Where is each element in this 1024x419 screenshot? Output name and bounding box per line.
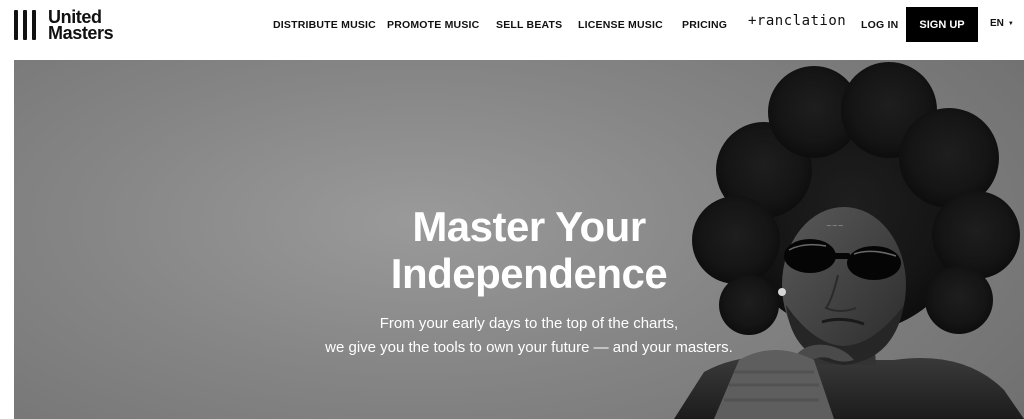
svg-text:~~~: ~~~ <box>826 222 844 230</box>
nav-translation-link[interactable]: +ranclation <box>748 13 846 29</box>
nav-pricing[interactable]: PRICING <box>682 19 727 31</box>
top-navbar: United Masters DISTRIBUTE MUSIC PROMOTE … <box>0 0 1024 50</box>
hero-title-line2: Independence <box>390 250 668 297</box>
hero-title-line1: Master Your <box>412 203 646 250</box>
hero-subtitle-line2: we give you the tools to own your future… <box>325 339 733 356</box>
language-selector[interactable]: EN ▼ <box>990 18 1014 29</box>
nav-license-music[interactable]: LICENSE MUSIC <box>578 19 663 31</box>
language-label: EN <box>990 18 1004 29</box>
signup-button[interactable]: SIGN UP <box>906 7 978 42</box>
nav-sell-beats[interactable]: SELL BEATS <box>496 19 562 31</box>
hero-title: Master Your Independence <box>304 203 754 297</box>
logo-bars-icon <box>14 9 36 41</box>
logo-wordmark: United Masters <box>48 8 114 43</box>
hero-banner: ~~~ Master Your Independence From your e… <box>14 60 1024 419</box>
chevron-down-icon: ▼ <box>1007 20 1014 27</box>
hero-subtitle: From your early days to the top of the c… <box>304 312 754 360</box>
hero-copy: Master Your Independence From your early… <box>304 203 754 360</box>
logo-text-line2: Masters <box>48 23 114 43</box>
unitedmasters-logo[interactable]: United Masters <box>14 8 114 43</box>
hero-subtitle-line1: From your early days to the top of the c… <box>379 315 679 332</box>
nav-promote-music[interactable]: PROMOTE MUSIC <box>387 19 479 31</box>
nav-distribute-music[interactable]: DISTRIBUTE MUSIC <box>273 19 376 31</box>
login-link[interactable]: LOG IN <box>861 19 898 31</box>
